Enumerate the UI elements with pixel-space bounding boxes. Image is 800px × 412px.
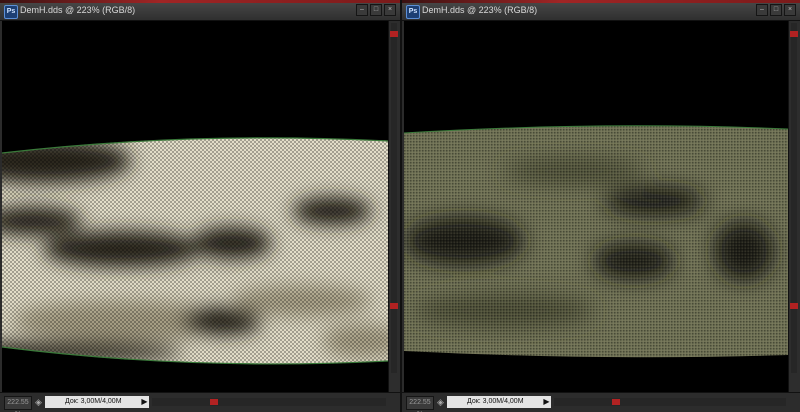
texture-image (404, 125, 788, 358)
window-controls: – □ × (756, 4, 796, 16)
status-bar: 222.55 % ◈ Док: 3,00M/4,00M ▶ (402, 392, 800, 412)
image-canvas[interactable] (2, 21, 388, 393)
scroll-marker (612, 399, 620, 405)
title-bar[interactable]: Ps DemH.dds @ 223% (RGB/8) – □ × (402, 0, 800, 21)
scroll-marker (790, 303, 798, 309)
window-title: DemH.dds @ 223% (RGB/8) (20, 5, 136, 15)
zoom-field[interactable]: 222.55 % (4, 396, 32, 412)
window-controls: – □ × (356, 4, 396, 16)
scroll-marker (390, 303, 398, 309)
title-accent-line (0, 0, 400, 3)
vertical-scrollbar[interactable] (388, 21, 400, 393)
document-window-right[interactable]: Ps DemH.dds @ 223% (RGB/8) – □ × 222.55 … (402, 0, 800, 412)
document-window-left[interactable]: Ps DemH.dds @ 223% (RGB/8) – □ × 222.55 … (0, 0, 400, 412)
vertical-scrollbar[interactable] (788, 21, 800, 393)
window-title: DemH.dds @ 223% (RGB/8) (422, 5, 538, 15)
status-bar: 222.55 % ◈ Док: 3,00M/4,00M ▶ (0, 392, 400, 412)
minimize-icon[interactable]: – (756, 4, 768, 16)
navigator-icon[interactable]: ◈ (436, 396, 445, 408)
photoshop-icon: Ps (406, 5, 420, 19)
horizontal-scrollbar[interactable] (152, 398, 386, 406)
scroll-marker (390, 31, 398, 37)
document-info[interactable]: Док: 3,00M/4,00M (45, 396, 145, 408)
maximize-icon[interactable]: □ (370, 4, 382, 16)
minimize-icon[interactable]: – (356, 4, 368, 16)
scroll-marker (790, 31, 798, 37)
title-accent-line (402, 0, 800, 3)
title-bar[interactable]: Ps DemH.dds @ 223% (RGB/8) – □ × (0, 0, 400, 21)
close-icon[interactable]: × (384, 4, 396, 16)
scroll-marker (210, 399, 218, 405)
texture-image (2, 137, 388, 365)
navigator-icon[interactable]: ◈ (34, 396, 43, 408)
image-canvas[interactable] (404, 21, 788, 393)
photoshop-icon: Ps (4, 5, 18, 19)
horizontal-scrollbar[interactable] (554, 398, 786, 406)
document-info[interactable]: Док: 3,00M/4,00M (447, 396, 547, 408)
play-arrow-icon[interactable]: ▶ (140, 396, 149, 408)
close-icon[interactable]: × (784, 4, 796, 16)
zoom-field[interactable]: 222.55 % (406, 396, 434, 412)
play-arrow-icon[interactable]: ▶ (542, 396, 551, 408)
scroll-track[interactable] (791, 23, 797, 373)
scroll-track[interactable] (391, 23, 397, 373)
maximize-icon[interactable]: □ (770, 4, 782, 16)
